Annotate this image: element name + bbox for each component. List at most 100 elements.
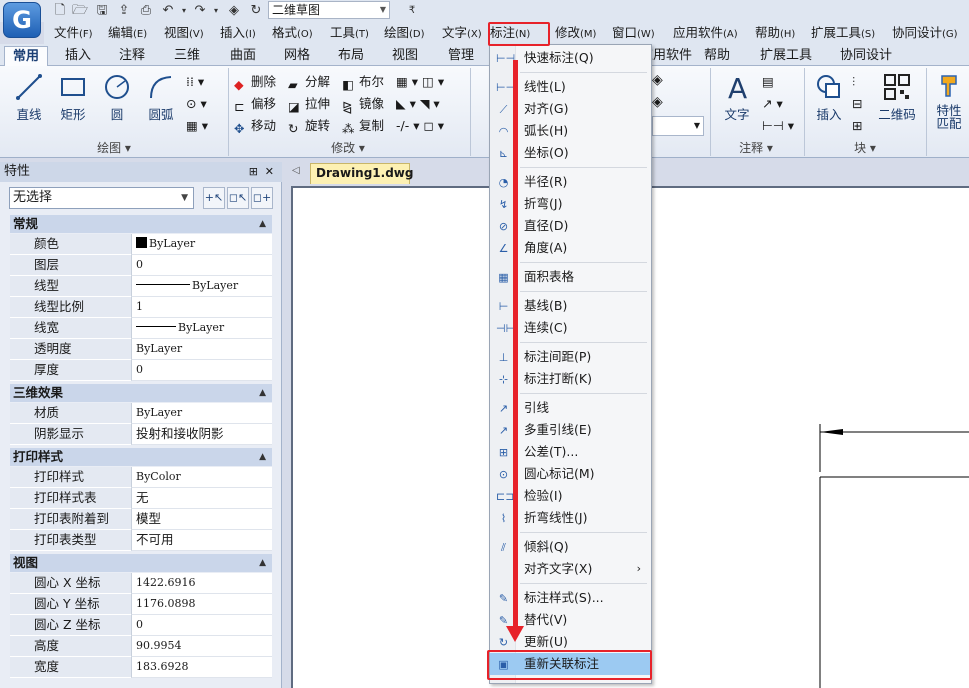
ribbon-tab-9[interactable]: 管理 — [436, 46, 486, 66]
property-row[interactable]: 线宽 ByLayer — [10, 318, 272, 339]
property-value[interactable]: 1 — [131, 297, 272, 318]
property-row[interactable]: 透明度 ByLayer — [10, 339, 272, 360]
section-header[interactable]: 三维效果 ▲ — [10, 384, 272, 402]
property-value[interactable]: 投射和接收阴影 — [131, 424, 272, 445]
property-value[interactable]: ByLayer — [131, 403, 272, 424]
property-row[interactable]: 线型 ByLayer — [10, 276, 272, 297]
layer-state-icon[interactable]: ◈ — [652, 94, 663, 110]
redo-icon[interactable]: ↷ — [192, 3, 208, 19]
mirror-button[interactable]: ⧎ 镜像 — [342, 94, 384, 114]
menu-1[interactable]: 文件(F) — [54, 24, 93, 42]
menu-8[interactable]: 文字(X) — [442, 24, 482, 42]
workspace-select[interactable]: 二维草图 ▼ — [268, 1, 390, 19]
layer-stack-icon[interactable]: ◈ — [652, 72, 663, 88]
property-value[interactable]: 无 — [131, 488, 272, 509]
insert-block-button[interactable]: 插入 — [810, 72, 848, 123]
property-value[interactable]: ByLayer — [131, 339, 272, 360]
property-value[interactable]: ByColor — [131, 467, 272, 488]
menu-12[interactable]: 应用软件(A) — [673, 24, 738, 42]
ribbon-tab-8[interactable]: 视图 — [382, 46, 428, 66]
redo-dropdown-icon[interactable]: ▾ — [208, 3, 224, 19]
new-file-icon[interactable]: 🗋 — [52, 3, 68, 19]
target-point-icon[interactable]: ⊙ ▾ — [186, 94, 207, 114]
ribbon-tab-5[interactable]: 曲面 — [220, 46, 266, 66]
tab-scroll-left-icon[interactable]: ◁ — [292, 165, 300, 176]
property-row[interactable]: 打印样式 ByColor — [10, 467, 272, 488]
quick-select-button[interactable]: +↖ — [203, 187, 225, 209]
boolean-button[interactable]: ◧ 布尔 — [342, 72, 384, 92]
explode-button[interactable]: ▰ 分解 — [288, 72, 330, 92]
ribbon-tab-11[interactable]: 帮助 — [692, 46, 742, 66]
property-value[interactable]: 183.6928 — [131, 657, 272, 678]
property-row[interactable]: 材质 ByLayer — [10, 403, 272, 424]
menu-3[interactable]: 视图(V) — [164, 24, 204, 42]
menu-5[interactable]: 格式(O) — [272, 24, 313, 42]
property-row[interactable]: 阴影显示 投射和接收阴影 — [10, 424, 272, 445]
dimension-tool-icon[interactable]: ⊢⊣ ▾ — [762, 116, 794, 136]
arc-tool-button[interactable]: 圆弧 — [142, 72, 180, 123]
line-tool-button[interactable]: 直线 — [10, 72, 48, 123]
property-value[interactable]: 不可用 — [131, 530, 272, 551]
pickadd-toggle-button[interactable]: ◻+ — [251, 187, 273, 209]
ribbon-tab-4[interactable]: 三维 — [162, 46, 212, 66]
erase-button[interactable]: ◆ 删除 — [234, 72, 276, 92]
ribbon-tab-13[interactable]: 协同设计 — [830, 46, 902, 66]
property-value[interactable]: ByLayer — [131, 276, 272, 297]
undo-icon[interactable]: ↶ — [160, 3, 176, 19]
section-header[interactable]: 视图 ▲ — [10, 554, 272, 572]
close-icon[interactable]: ✕ — [265, 162, 274, 182]
block-edit-icon[interactable]: ⫶ — [852, 72, 855, 92]
property-row[interactable]: 圆心 Z 坐标 0 — [10, 615, 272, 636]
layer-select[interactable]: ▼ — [652, 116, 704, 136]
qrcode-button[interactable]: 二维码 — [874, 72, 920, 123]
table-icon[interactable]: ▤ — [762, 72, 774, 92]
match-properties-button[interactable]: 特性 匹配 — [930, 72, 968, 130]
property-row[interactable]: 打印样式表无 — [10, 488, 272, 509]
ribbon-tab-3[interactable]: 注释 — [110, 46, 154, 66]
rect-tool-button[interactable]: 矩形 — [54, 72, 92, 123]
property-value[interactable]: 0 — [131, 255, 272, 276]
fillet-icon[interactable]: ◣ ▾ ◥ ▾ — [396, 94, 440, 114]
block-define-icon[interactable]: ⊞ — [852, 116, 862, 136]
hatch-icon[interactable]: ▦ ▾ — [186, 116, 208, 136]
circle-tool-button[interactable]: 圆 — [98, 72, 136, 123]
menu-6[interactable]: 工具(T) — [330, 24, 369, 42]
leader-tool-icon[interactable]: ↗ ▾ — [762, 94, 783, 114]
save-icon[interactable]: 🖫 — [94, 3, 110, 19]
menu-7[interactable]: 绘图(D) — [384, 24, 425, 42]
property-value[interactable]: 90.9954 — [131, 636, 272, 657]
property-value[interactable]: 模型 — [131, 509, 272, 530]
menu-10[interactable]: 修改(M) — [555, 24, 596, 42]
layers-icon[interactable]: ◈ — [226, 3, 242, 19]
ribbon-tab-6[interactable]: 网格 — [274, 46, 320, 66]
property-row[interactable]: 宽度 183.6928 — [10, 657, 272, 678]
app-logo[interactable]: G — [3, 2, 41, 38]
property-value[interactable]: 1176.0898 — [131, 594, 272, 615]
collapse-icon[interactable]: ▲ — [259, 215, 266, 233]
property-row[interactable]: 图层 0 — [10, 255, 272, 276]
property-value[interactable]: ByLayer — [131, 234, 272, 255]
section-header[interactable]: 常规 ▲ — [10, 215, 272, 233]
text-tool-button[interactable]: A 文字 — [716, 72, 758, 123]
save-as-icon[interactable]: ⇪ — [116, 3, 132, 19]
property-row[interactable]: 圆心 Y 坐标 1176.0898 — [10, 594, 272, 615]
open-file-icon[interactable]: 🗁 — [72, 3, 88, 19]
property-row[interactable]: 厚度 0 — [10, 360, 272, 381]
menu-4[interactable]: 插入(I) — [220, 24, 256, 42]
select-objects-button[interactable]: ◻↖ — [227, 187, 249, 209]
property-row[interactable]: 打印表类型 不可用 — [10, 530, 272, 551]
menu-13[interactable]: 帮助(H) — [755, 24, 795, 42]
array-icon[interactable]: ▦ ▾ ◫ ▾ — [396, 72, 444, 92]
copy-button[interactable]: ⁂ 复制 — [342, 116, 384, 136]
property-row[interactable]: 圆心 X 坐标 1422.6916 — [10, 573, 272, 594]
ribbon-tab-12[interactable]: 扩展工具 — [750, 46, 822, 66]
collapse-icon[interactable]: ▲ — [259, 384, 266, 402]
customize-toolbar-icon[interactable]: ₹ — [404, 3, 420, 19]
ribbon-tab-7[interactable]: 布局 — [328, 46, 374, 66]
trim-icon[interactable]: -/- ▾ ◻ ▾ — [396, 116, 444, 136]
property-value[interactable]: 0 — [131, 360, 272, 381]
menu-2[interactable]: 编辑(E) — [108, 24, 147, 42]
collapse-icon[interactable]: ▲ — [259, 448, 266, 466]
property-row[interactable]: 打印表附着到 模型 — [10, 509, 272, 530]
ribbon-tab-1[interactable]: 常用 — [4, 46, 48, 66]
